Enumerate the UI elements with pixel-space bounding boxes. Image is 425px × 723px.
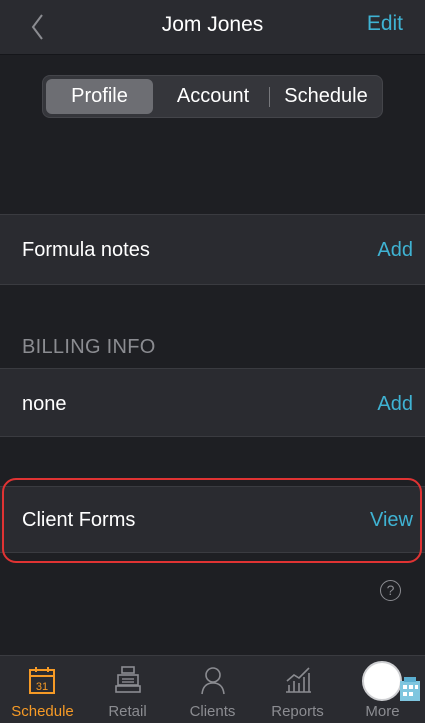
tab-bar-schedule[interactable]: 31 Schedule [0, 656, 85, 723]
formula-notes-row: Formula notes Add [0, 214, 425, 285]
cash-register-icon [115, 666, 141, 693]
client-forms-row[interactable]: Client Forms View [0, 486, 425, 553]
tab-schedule[interactable]: Schedule [271, 79, 381, 114]
calendar-icon: 31 [29, 667, 55, 694]
tab-bar-clients-label: Clients [189, 703, 236, 720]
page-title: Jom Jones [161, 13, 264, 36]
tab-bar-more-label: More [365, 703, 400, 720]
edit-button[interactable]: Edit [367, 12, 403, 36]
billing-info-header: BILLING INFO [22, 336, 156, 358]
tab-profile[interactable]: Profile [46, 79, 153, 114]
segment-divider [269, 87, 270, 107]
tab-bar-more[interactable]: More [340, 656, 425, 723]
tab-bar-clients[interactable]: Clients [170, 656, 255, 723]
tab-bar-reports[interactable]: Reports [255, 656, 340, 723]
billing-info-row: none Add [0, 368, 425, 437]
tab-account[interactable]: Account [157, 79, 269, 114]
tab-bar-reports-label: Reports [271, 703, 324, 720]
formula-notes-add-button[interactable]: Add [377, 239, 413, 262]
tab-bar-retail[interactable]: Retail [85, 656, 170, 723]
profile-segmented-control: Profile Account Schedule [42, 75, 383, 118]
tab-bar-schedule-label: Schedule [11, 703, 74, 720]
client-forms-label: Client Forms [22, 509, 136, 531]
bottom-tab-bar: 31 Schedule Retail Clients Reports More [0, 655, 425, 723]
client-forms-view-button[interactable]: View [370, 509, 413, 532]
formula-notes-label: Formula notes [22, 239, 150, 261]
billing-info-value: none [22, 393, 67, 415]
help-icon[interactable]: ? [380, 580, 401, 601]
building-avatar-icon [362, 661, 420, 701]
tab-bar-retail-label: Retail [108, 703, 147, 720]
billing-info-add-button[interactable]: Add [377, 393, 413, 416]
nav-bar: Jom Jones Edit [0, 0, 425, 55]
chart-icon [286, 667, 311, 693]
person-icon [201, 667, 225, 695]
calendar-day: 31 [36, 681, 48, 693]
